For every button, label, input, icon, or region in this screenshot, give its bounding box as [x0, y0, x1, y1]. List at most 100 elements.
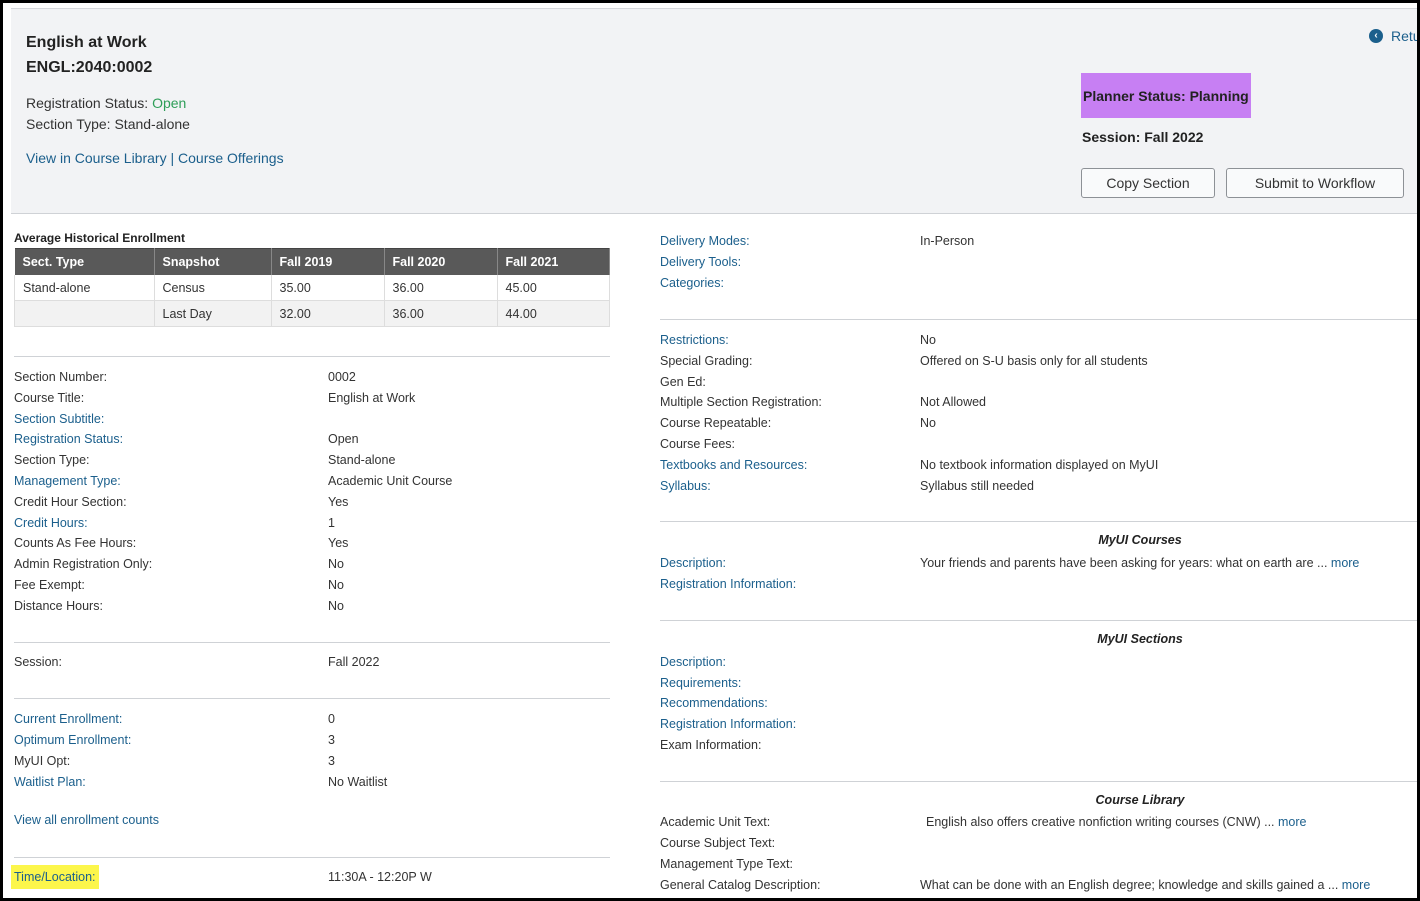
table-cell: 36.00: [384, 275, 498, 301]
field-label[interactable]: Categories:: [660, 275, 724, 291]
field-value: Stand-alone: [328, 452, 395, 468]
historical-enrollment-table: Sect. Type Snapshot Fall 2019 Fall 2020 …: [14, 248, 610, 327]
field-value: 0002: [328, 369, 356, 385]
field-label[interactable]: Current Enrollment:: [14, 711, 122, 727]
return-link[interactable]: ‹ Retu: [1369, 28, 1417, 44]
field-label[interactable]: Credit Hours:: [14, 515, 88, 531]
view-course-library-link[interactable]: View in Course Library: [26, 150, 167, 166]
field-value: No: [920, 415, 936, 431]
myui-courses-heading: MyUI Courses: [1098, 533, 1182, 547]
field-label: Section Type:: [14, 453, 90, 468]
field-value-text: Your friends and parents have been askin…: [920, 556, 1331, 570]
field-label[interactable]: Registration Status:: [14, 431, 123, 447]
field-value: No: [328, 577, 344, 593]
historical-enrollment-title: Average Historical Enrollment: [14, 231, 185, 245]
more-link[interactable]: more: [1342, 878, 1370, 892]
field-value: English also offers creative nonfiction …: [926, 814, 1306, 830]
planner-status-badge: Planner Status: Planning: [1081, 73, 1251, 118]
view-all-enrollment-link-row: View all enrollment counts: [14, 812, 159, 828]
table-row: Last Day 32.00 36.00 44.00: [14, 300, 610, 327]
field-label[interactable]: Delivery Tools:: [660, 254, 741, 270]
copy-section-button[interactable]: Copy Section: [1081, 168, 1215, 198]
field-label[interactable]: Management Type:: [14, 473, 121, 489]
more-link[interactable]: more: [1331, 556, 1359, 570]
registration-status-value: Open: [152, 95, 187, 111]
field-label[interactable]: Description:: [660, 654, 726, 670]
header-status-block: Registration Status: Open Section Type: …: [26, 93, 190, 135]
field-value: 3: [328, 753, 335, 769]
column-header: Fall 2019: [271, 248, 385, 275]
field-value-text: No: [328, 598, 344, 613]
field-value-text: No: [328, 578, 344, 592]
field-value: No Waitlist: [328, 774, 387, 790]
field-label[interactable]: Restrictions:: [660, 332, 729, 348]
header-links: View in Course Library | Course Offering…: [26, 150, 284, 166]
field-label: Multiple Section Registration:: [660, 395, 822, 410]
link-separator: |: [166, 150, 179, 166]
field-label[interactable]: Requirements:: [660, 675, 741, 691]
field-label: Counts As Fee Hours:: [14, 536, 137, 551]
field-label: Distance Hours:: [14, 598, 103, 613]
divider: [14, 642, 610, 643]
myui-sections-heading: MyUI Sections: [1097, 632, 1183, 646]
field-value-text: In-Person: [920, 234, 975, 248]
field-label: Special Grading:: [660, 353, 753, 368]
field-value: No textbook information displayed on MyU…: [920, 457, 1158, 473]
field-label[interactable]: Registration Information:: [660, 716, 796, 732]
field-value-text: No: [920, 333, 936, 347]
field-label[interactable]: Syllabus:: [660, 478, 711, 494]
time-location-label[interactable]: Time/Location:: [11, 865, 99, 889]
field-value-text: 1: [328, 515, 335, 530]
column-header: Fall 2021: [497, 248, 610, 275]
field-value: Yes: [328, 494, 348, 510]
field-label[interactable]: Registration Information:: [660, 576, 796, 592]
course-heading: English at Work ENGL:2040:0002: [26, 30, 152, 80]
field-value-text: No Waitlist: [328, 775, 388, 789]
view-all-enrollment-counts-link[interactable]: View all enrollment counts: [14, 813, 159, 827]
more-link[interactable]: more: [1278, 815, 1306, 829]
chevron-left-circle-icon: ‹: [1369, 29, 1383, 43]
field-value-text: Yes: [328, 536, 349, 551]
field-label: Admin Registration Only:: [14, 557, 153, 572]
field-value: Academic Unit Course: [328, 473, 452, 489]
divider: [660, 319, 1417, 320]
field-value-text: Academic Unit Course: [328, 474, 453, 488]
field-label[interactable]: Optimum Enrollment:: [14, 732, 131, 748]
registration-status-line: Registration Status: Open: [26, 93, 190, 114]
field-label[interactable]: Description:: [660, 555, 726, 571]
registration-status-label: Registration Status:: [26, 95, 153, 111]
field-label[interactable]: Section Subtitle:: [14, 411, 104, 427]
field-value-text: Open: [328, 432, 359, 447]
field-label[interactable]: Recommendations:: [660, 695, 768, 711]
field-value: Yes: [328, 535, 348, 551]
field-label: Session:: [14, 655, 62, 669]
field-label: Fee Exempt:: [14, 578, 85, 592]
submit-to-workflow-button[interactable]: Submit to Workflow: [1226, 168, 1404, 198]
time-location-value: 11:30A - 12:20P W: [328, 870, 432, 884]
header-session: Session: Fall 2022: [1082, 129, 1204, 145]
field-label: General Catalog Description:: [660, 878, 821, 892]
field-label[interactable]: Textbooks and Resources:: [660, 457, 807, 473]
field-value: What can be done with an English degree;…: [920, 877, 1370, 893]
field-value: In-Person: [920, 233, 974, 249]
field-value-text: English at Work: [328, 390, 416, 405]
field-label: Course Subject Text:: [660, 836, 776, 850]
field-value: No: [328, 556, 344, 572]
section-header: English at Work ENGL:2040:0002 Registrat…: [11, 8, 1417, 214]
field-value-text: 3: [328, 754, 335, 768]
section-type-line: Section Type: Stand-alone: [26, 116, 190, 132]
table-cell: Census: [154, 275, 272, 301]
divider: [14, 698, 610, 699]
column-header: Fall 2020: [384, 248, 498, 275]
field-value: Fall 2022: [328, 655, 380, 669]
table-cell: Stand-alone: [14, 275, 155, 301]
field-value: Syllabus still needed: [920, 478, 1034, 494]
field-label: Exam Information:: [660, 737, 762, 752]
field-value-text: Yes: [328, 494, 349, 509]
field-value: Not Allowed: [920, 394, 986, 410]
course-offerings-link[interactable]: Course Offerings: [178, 150, 284, 166]
field-label[interactable]: Delivery Modes:: [660, 233, 750, 249]
field-label[interactable]: Waitlist Plan:: [14, 774, 86, 790]
field-value: 1: [328, 515, 335, 531]
table-cell: 44.00: [497, 300, 610, 327]
